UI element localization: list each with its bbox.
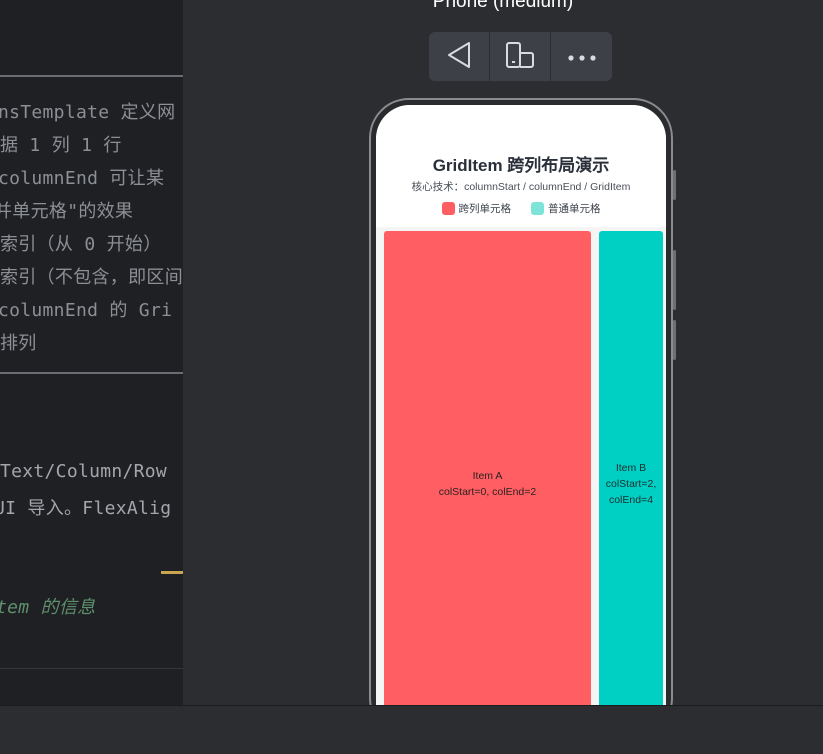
page-subtitle: 核心技术：columnStart / columnEnd / GridItem (411, 181, 631, 193)
editor-highlight-mark (161, 571, 183, 574)
comment-divider-top (0, 75, 183, 77)
editor-line[interactable]: 并单元格"的效果 (0, 197, 133, 223)
legend-item-span: 跨列单元格 (441, 201, 512, 216)
editor-line[interactable]: columnEnd 可让某 (0, 164, 164, 190)
grid-item-b[interactable]: Item B colStart=2, colEnd=4 (599, 231, 663, 736)
switch-device-button[interactable] (490, 32, 551, 81)
phone-side-key (673, 170, 676, 200)
legend-label: 跨列单元格 (458, 203, 512, 215)
previewer-toolbar (429, 32, 612, 81)
grid-item-name: Item A (472, 469, 503, 482)
rotate-button[interactable] (429, 32, 490, 81)
legend-swatch (441, 202, 455, 215)
editor-line[interactable]: 索引（不包含，即区间 (0, 263, 183, 289)
grid-item-detail: colStart=2, (605, 477, 657, 490)
app-header: GridItem 跨列布局演示 核心技术：columnStart / colum… (376, 105, 666, 227)
editor-line[interactable]: UI 导入。FlexAlig (0, 494, 171, 520)
grid-item-a[interactable]: Item A colStart=0, colEnd=2 (384, 231, 591, 736)
grid-item-detail: colStart=0, colEnd=2 (438, 485, 537, 498)
rotate-triangle-icon (446, 41, 472, 73)
legend-label: 普通单元格 (548, 203, 601, 215)
editor-separator (0, 668, 183, 669)
phone-side-key (673, 320, 676, 360)
grid-item-name: Item B (615, 461, 647, 474)
grid-item-detail: colEnd=4 (608, 493, 654, 506)
more-options-icon (567, 47, 597, 66)
editor-line[interactable]: 索引（从 0 开始） (0, 230, 162, 256)
editor-line[interactable]: nsTemplate 定义网 (0, 98, 175, 124)
device-label: Phone (medium) (432, 0, 574, 12)
previewer-pane: Phone (medium) GridItem 跨列布局演示 核心技术：colu… (183, 0, 823, 738)
editor-line[interactable]: 据 1 列 1 行 (0, 131, 122, 157)
bottom-status-bar (0, 705, 823, 754)
more-button[interactable] (551, 32, 612, 81)
page-title: GridItem 跨列布局演示 (432, 156, 610, 175)
phone-screen[interactable]: GridItem 跨列布局演示 核心技术：columnStart / colum… (376, 105, 666, 736)
editor-line[interactable]: 排列 (0, 329, 37, 355)
code-editor-pane[interactable]: nsTemplate 定义网 据 1 列 1 行 columnEnd 可让某 并… (0, 0, 183, 705)
editor-line-doc[interactable]: tem 的信息 (0, 593, 95, 619)
legend-swatch (531, 202, 544, 215)
phone-side-key (673, 250, 676, 310)
legend-item-normal: 普通单元格 (531, 201, 601, 216)
legend: 跨列单元格 普通单元格 (376, 201, 666, 216)
editor-line[interactable]: Text/Column/Row (0, 461, 167, 482)
phone-frame: GridItem 跨列布局演示 核心技术：columnStart / colum… (369, 98, 676, 738)
editor-line[interactable]: columnEnd 的 Gri (0, 296, 172, 322)
device-switch-icon (505, 41, 535, 73)
comment-divider-bottom (0, 372, 183, 374)
